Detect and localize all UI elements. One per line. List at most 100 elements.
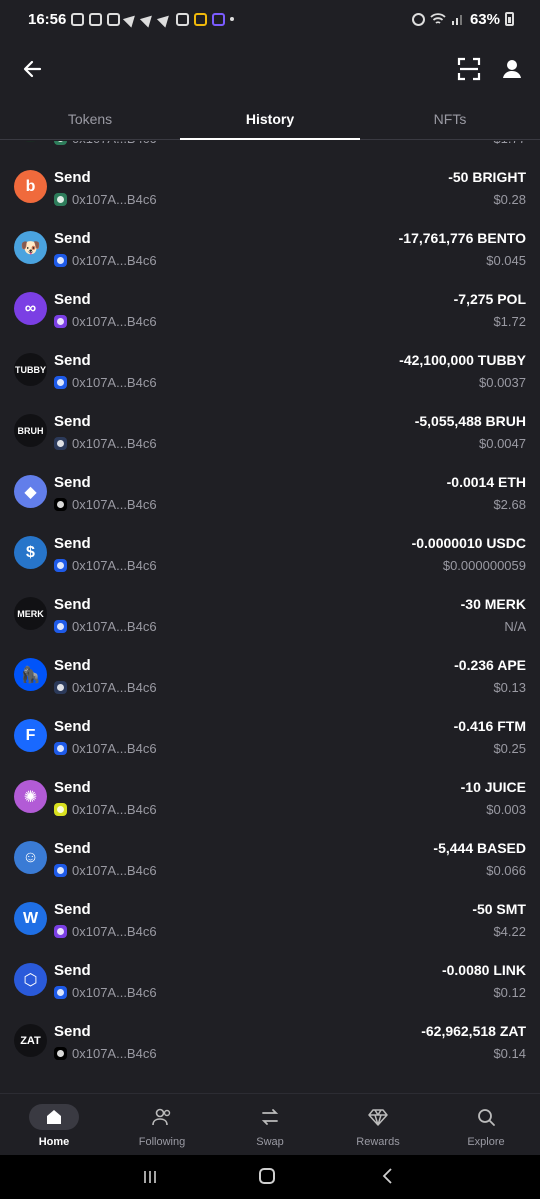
transaction-amount: -0.0014 ETH [446,474,526,490]
transaction-address-wrap: 0x107A...B4c6 [54,436,157,451]
transaction-type: Send [54,962,91,979]
transaction-usd-value: $0.13 [493,680,526,695]
transaction-row[interactable]: BRUH Send 0x107A...B4c6 -5,055,488 BRUH $0.0… [0,405,540,466]
arrow-left-icon [23,60,42,78]
transaction-row[interactable]: MERK Send 0x107A...B4c6 -30 MERK N/A [0,588,540,649]
system-back-icon[interactable] [380,1167,394,1185]
telegram-icon [123,10,140,28]
transaction-row[interactable]: 🦍 Send 0x107A...B4c6 -0.236 APE $0.13 [0,649,540,710]
home-button-icon[interactable] [259,1168,275,1184]
battery-percent: 63% [469,10,500,28]
scan-icon [457,57,481,81]
based-token-icon: ☺ [14,841,47,874]
whatsapp-icon [71,12,85,26]
profile-button[interactable] [497,54,527,84]
chain-icon [54,193,67,206]
chain-icon [54,925,67,938]
transaction-address: 0x107A...B4c6 [72,741,157,756]
telegram-icon [157,10,174,28]
transaction-amount: -10 JUICE [460,779,526,795]
transaction-type: Send [54,779,91,796]
transaction-usd-value: $0.14 [493,1046,526,1061]
usdc-token-icon: $ [14,536,47,569]
transaction-amount: -0.236 APE [454,657,526,673]
transaction-type: Send [54,657,91,674]
transaction-usd-value: $4.22 [493,924,526,939]
chain-icon [54,742,67,755]
transaction-address-wrap: 0x107A...B4c6 [54,558,157,573]
transaction-row[interactable]: 🐶 Send 0x107A...B4c6 -17,761,776 BENTO $0.04… [0,222,540,283]
ftm-token-icon: F [14,719,47,752]
tab-nfts[interactable]: NFTs [360,100,540,139]
transaction-type: Send [54,840,91,857]
transaction-address-wrap: 0x107A...B4c6 [54,253,157,268]
tab-tokens[interactable]: Tokens [0,100,180,139]
transaction-row[interactable]: ⬡ Send 0x107A...B4c6 -0.0080 LINK $0.12 [0,954,540,1015]
transaction-usd-value: $0.0037 [479,375,526,390]
transaction-row[interactable]: ZAT Send 0x107A...B4c6 -62,962,518 ZAT $0.14 [0,1015,540,1076]
chain-icon [54,1047,67,1060]
juice-token-icon: ✺ [14,780,47,813]
transaction-address-wrap: 0x107A...B4c6 [54,924,157,939]
system-nav-bar [0,1155,540,1199]
transaction-row[interactable]: ◆ Send 0x107A...B4c6 -0.0014 ETH $2.68 [0,466,540,527]
chain-icon [54,315,67,328]
tab-history[interactable]: History [180,100,360,140]
transaction-address: 0x107A...B4c6 [72,558,157,573]
transaction-row[interactable]: ∞ Send 0x107A...B4c6 -7,275 POL $1.72 [0,283,540,344]
nav-home[interactable]: Home [0,1094,108,1155]
transaction-address: 0x107A...B4c6 [72,863,157,878]
transaction-address-wrap: 0x107A...B4c6 [54,985,157,1000]
transaction-address: 0x107A...B4c6 [72,192,157,207]
bottom-nav: Home Following Swap Rewards Explore [0,1093,540,1155]
scan-button[interactable] [454,54,484,84]
transaction-row[interactable]: TUBBY Send 0x107A...B4c6 -42,100,000 TUBBY $… [0,344,540,405]
explore-icon [468,1104,504,1130]
chain-icon [54,559,67,572]
eth-token-icon: ◆ [14,475,47,508]
transaction-type: Send [54,413,91,430]
nav-swap[interactable]: Swap [216,1094,324,1155]
transaction-row[interactable]: W Send 0x107A...B4c6 -50 SMT $4.22 [0,893,540,954]
instagram-icon [89,12,103,26]
transaction-usd-value: N/A [504,619,526,634]
chain-icon [54,437,67,450]
transaction-row[interactable]: $ Send 0x107A...B4c6 -0.0000010 USDC $0.0000… [0,527,540,588]
transaction-amount: -50 SMT [472,901,526,917]
chain-icon [54,141,67,145]
transaction-address-wrap: 0x107A...B4c6 [54,314,157,329]
transaction-amount: -42,100,000 TUBBY [399,352,526,368]
bento-token-icon: 🐶 [14,231,47,264]
transaction-row[interactable]: b Send 0x107A...B4c6 -50 BRIGHT $0.28 [0,161,540,222]
status-left: 16:56 [28,10,235,28]
nav-label: Explore [467,1136,505,1148]
tab-bar: Tokens History NFTs [0,100,540,140]
transaction-address: 0x107A...B4c6 [72,253,157,268]
transaction-usd-value: $0.045 [486,253,526,268]
transaction-usd-value: $0.25 [493,741,526,756]
transaction-address-wrap: 0x107A...B4c6 [54,680,157,695]
history-list[interactable]: 0x107A...B4c6 $1.77 b Send 0x107A...B4c6 -50 … [0,141,540,1093]
transaction-row[interactable]: ☺ Send 0x107A...B4c6 -5,444 BASED $0.066 [0,832,540,893]
nav-rewards[interactable]: Rewards [324,1094,432,1155]
transaction-address-wrap: 0x107A...B4c6 [54,619,157,634]
back-button[interactable] [18,54,48,84]
recent-apps-icon[interactable] [142,1169,158,1185]
bright-token-icon: b [14,170,47,203]
nav-following[interactable]: Following [108,1094,216,1155]
app-icon [212,12,226,26]
nav-label: Following [138,1136,186,1148]
transaction-address: 0x107A...B4c6 [72,375,157,390]
ape-token-icon: 🦍 [14,658,47,691]
wifi-icon [430,13,446,24]
nav-explore[interactable]: Explore [432,1094,540,1155]
transaction-row[interactable]: F Send 0x107A...B4c6 -0.416 FTM $0.25 [0,710,540,771]
transaction-row[interactable]: ✺ Send 0x107A...B4c6 -10 JUICE $0.003 [0,771,540,832]
more-notifications-icon [230,17,235,21]
chain-icon [54,681,67,694]
transaction-usd-value: $1.72 [493,314,526,329]
following-icon [144,1104,180,1130]
transaction-usd-value: $1.77 [493,141,526,146]
transaction-address: 0x107A...B4c6 [72,680,157,695]
transaction-row[interactable]: 0x107A...B4c6 $1.77 [0,141,540,161]
